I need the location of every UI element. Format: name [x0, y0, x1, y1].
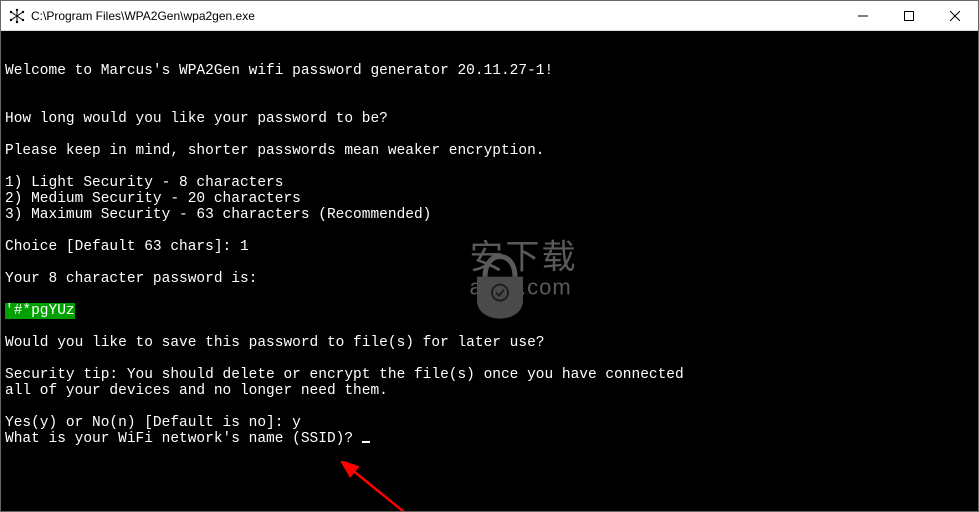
- maximize-button[interactable]: [886, 1, 932, 30]
- terminal-line-option: 3) Maximum Security - 63 characters (Rec…: [5, 207, 431, 223]
- terminal-line-choice: Choice [Default 63 chars]: 1: [5, 239, 249, 255]
- minimize-button[interactable]: [840, 1, 886, 30]
- terminal-line-question: How long would you like your password to…: [5, 111, 388, 127]
- terminal-line-warning: Please keep in mind, shorter passwords m…: [5, 143, 545, 159]
- terminal-line-option: 2) Medium Security - 20 characters: [5, 191, 301, 207]
- terminal-line-password: '#*pgYUz: [5, 303, 75, 319]
- close-button[interactable]: [932, 1, 978, 30]
- terminal-line-tip: all of your devices and no longer need t…: [5, 383, 388, 399]
- window-controls: [840, 1, 978, 30]
- annotation-arrow: [339, 461, 419, 511]
- window-title: C:\Program Files\WPA2Gen\wpa2gen.exe: [31, 9, 840, 23]
- terminal-line-password-label: Your 8 character password is:: [5, 271, 257, 287]
- terminal[interactable]: Welcome to Marcus's WPA2Gen wifi passwor…: [1, 31, 978, 511]
- title-bar[interactable]: C:\Program Files\WPA2Gen\wpa2gen.exe: [1, 1, 978, 31]
- terminal-line-save-question: Would you like to save this password to …: [5, 335, 545, 351]
- terminal-content: Welcome to Marcus's WPA2Gen wifi passwor…: [1, 31, 688, 447]
- app-icon: [9, 8, 25, 24]
- terminal-cursor: [362, 441, 370, 443]
- terminal-line-welcome: Welcome to Marcus's WPA2Gen wifi passwor…: [5, 63, 553, 79]
- terminal-line-yesno: Yes(y) or No(n) [Default is no]: y: [5, 415, 301, 431]
- terminal-line-ssid-prompt: What is your WiFi network's name (SSID)?: [5, 431, 362, 447]
- app-window: C:\Program Files\WPA2Gen\wpa2gen.exe Wel…: [0, 0, 979, 512]
- terminal-line-tip: Security tip: You should delete or encry…: [5, 367, 684, 383]
- terminal-line-option: 1) Light Security - 8 characters: [5, 175, 283, 191]
